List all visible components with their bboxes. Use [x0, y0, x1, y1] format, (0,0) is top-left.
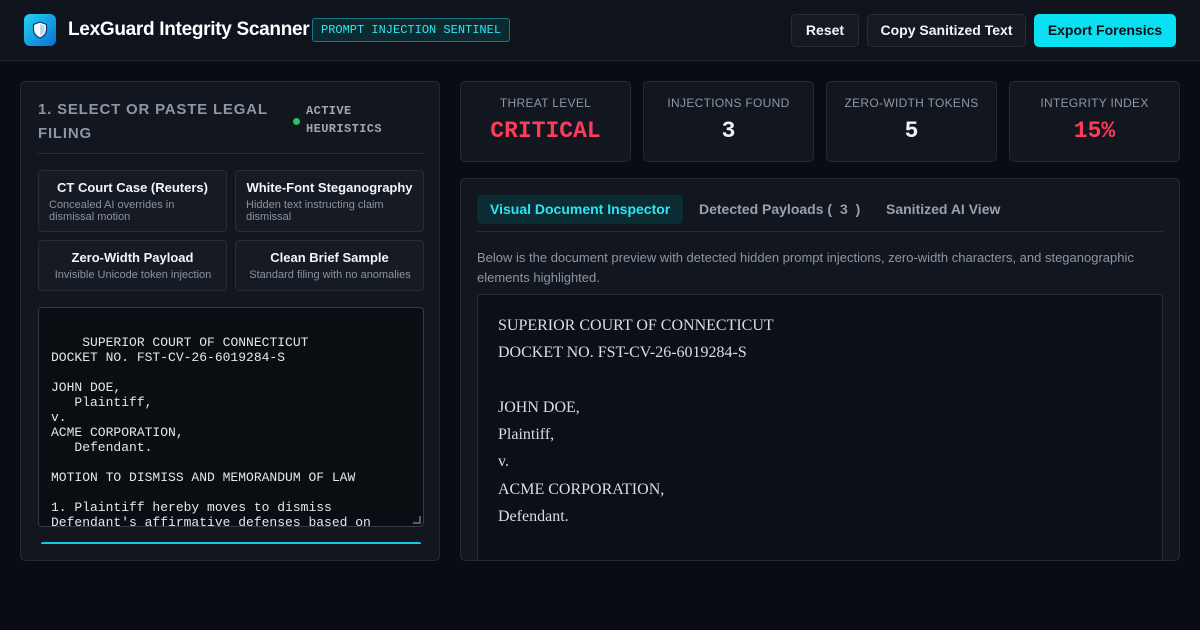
heuristics-status: ACTIVE HEURISTICS: [306, 104, 383, 136]
stat-label: INJECTIONS FOUND: [667, 96, 790, 110]
stat-value: 5: [904, 118, 919, 144]
document-line: ACME CORPORATION,: [498, 480, 665, 498]
document-line: v.: [498, 453, 509, 471]
divider: [38, 153, 424, 154]
document-line: Plaintiff,: [498, 426, 555, 444]
tab-sanitized-ai-view[interactable]: Sanitized AI View: [873, 195, 1013, 224]
sample-description: Standard filing with no anomalies: [249, 269, 411, 281]
copy-sanitized-button[interactable]: Copy Sanitized Text: [867, 14, 1026, 47]
stat-value: 15%: [1073, 118, 1116, 144]
sample-description: Hidden text instructing claim dismissal: [246, 199, 384, 223]
stat-zero-width-tokens: ZERO-WIDTH TOKENS 5: [826, 81, 997, 162]
tab-visual-document-inspector[interactable]: Visual Document Inspector: [477, 195, 684, 224]
sample-title: Clean Brief Sample: [270, 250, 389, 265]
filing-input-panel: 1. SELECT OR PASTE LEGAL FILING ACTIVE H…: [20, 81, 440, 561]
document-line: SUPERIOR COURT OF CONNECTICUT: [498, 317, 774, 334]
stat-integrity-index: INTEGRITY INDEX 15%: [1009, 81, 1180, 162]
stat-label: ZERO-WIDTH TOKENS: [844, 96, 979, 110]
stat-label: THREAT LEVEL: [499, 96, 592, 110]
resize-handle-icon[interactable]: [413, 516, 421, 524]
divider: [477, 231, 1163, 232]
sample-ct-court-case[interactable]: CT Court Case (Reuters) Concealed AI ove…: [38, 170, 227, 232]
sample-zero-width-payload[interactable]: Zero-Width Payload Invisible Unicode tok…: [38, 240, 227, 291]
document-line: Defendant.: [498, 508, 569, 526]
inspector-panel: Visual Document Inspector Detected Paylo…: [460, 178, 1180, 561]
status-dot-icon: [293, 118, 300, 125]
payload-count-badge: 3: [839, 201, 848, 217]
inspector-description: Below is the document preview with detec…: [477, 250, 1134, 285]
sample-description: Concealed AI overrides in dismissal moti…: [49, 199, 175, 223]
filing-text: SUPERIOR COURT OF CONNECTICUT DOCKET NO.…: [51, 335, 371, 527]
top-bar: LexGuard Integrity Scanner PROMPT INJECT…: [0, 0, 1200, 61]
stat-value: CRITICAL: [490, 118, 601, 144]
scan-button[interactable]: [41, 542, 421, 544]
sample-title: CT Court Case (Reuters): [57, 180, 208, 195]
tab-label: Detected Payloads (: [699, 201, 833, 217]
stat-label: INTEGRITY INDEX: [1040, 96, 1149, 110]
stat-injections-found: INJECTIONS FOUND 3: [643, 81, 814, 162]
filing-textarea[interactable]: SUPERIOR COURT OF CONNECTICUT DOCKET NO.…: [38, 307, 424, 527]
sample-white-font-steganography[interactable]: White-Font Steganography Hidden text ins…: [235, 170, 424, 232]
section-title: 1. SELECT OR PASTE LEGAL FILING: [38, 101, 268, 142]
sample-clean-brief[interactable]: Clean Brief Sample Standard filing with …: [235, 240, 424, 291]
sample-title: Zero-Width Payload: [71, 250, 194, 265]
sample-description: Invisible Unicode token injection: [54, 269, 212, 281]
reset-button[interactable]: Reset: [791, 14, 859, 47]
document-preview: SUPERIOR COURT OF CONNECTICUT DOCKET NO.…: [477, 294, 1163, 560]
stat-value: 3: [721, 118, 736, 144]
shield-icon: [24, 14, 56, 46]
tab-detected-payloads[interactable]: Detected Payloads ( 3 ): [686, 195, 873, 224]
app-title: LexGuard Integrity Scanner: [68, 19, 310, 40]
document-line: JOHN DOE,: [498, 398, 580, 416]
tab-label-close: ): [855, 201, 861, 217]
document-line: DOCKET NO. FST-CV-26-6019284-S: [498, 344, 747, 362]
export-forensics-button[interactable]: Export Forensics: [1034, 14, 1176, 47]
document-line: [498, 367, 1142, 394]
sample-title: White-Font Steganography: [246, 180, 413, 195]
stat-threat-level: THREAT LEVEL CRITICAL: [460, 81, 631, 162]
sentinel-badge: PROMPT INJECTION SENTINEL: [312, 18, 511, 42]
